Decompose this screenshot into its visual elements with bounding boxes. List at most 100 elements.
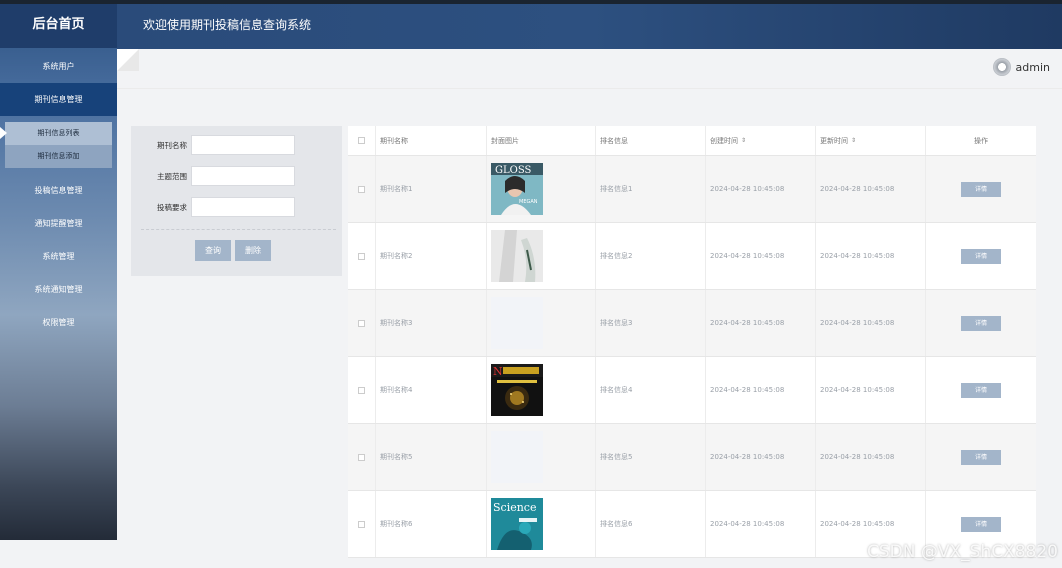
cell-created-time: 2024-04-28 10:45:08 bbox=[706, 491, 816, 557]
username[interactable]: admin bbox=[1016, 61, 1050, 74]
sidebar-item-system-management[interactable]: 系统管理 bbox=[0, 240, 117, 273]
cell-rank: 排名信息1 bbox=[596, 156, 706, 222]
search-row-journal-name: 期刊名称 bbox=[131, 135, 295, 155]
table-header-row: 期刊名称 封面图片 排名信息 创建时间 ⇕ 更新时间 ⇕ 操作 bbox=[348, 126, 1036, 156]
search-divider bbox=[141, 229, 336, 230]
corner-fold bbox=[117, 49, 139, 71]
row-checkbox[interactable] bbox=[358, 252, 365, 260]
sidebar-item-system-notice-management[interactable]: 系统通知管理 bbox=[0, 273, 117, 306]
cell-journal-name: 期刊名称1 bbox=[376, 156, 487, 222]
cell-updated-time: 2024-04-28 10:45:08 bbox=[816, 290, 926, 356]
detail-button[interactable]: 详情 bbox=[961, 449, 1001, 465]
cell-updated-time: 2024-04-28 10:45:08 bbox=[816, 223, 926, 289]
query-button[interactable]: 查询 bbox=[195, 240, 231, 261]
divider bbox=[117, 88, 1062, 89]
table-row: 期刊名称3 排名信息3 2024-04-28 10:45:08 2024-04-… bbox=[348, 290, 1036, 357]
column-header-cover: 封面图片 bbox=[487, 126, 596, 155]
table-row: 期刊名称1 GLOSS MEGAN 排名信息1 2024-04-28 10:45… bbox=[348, 156, 1036, 223]
magazine-cover-woman-image: GLOSS MEGAN bbox=[491, 163, 543, 215]
header-bar: 欢迎使用期刊投稿信息查询系统 bbox=[117, 4, 1062, 49]
search-label-submission-req: 投稿要求 bbox=[157, 202, 187, 212]
row-checkbox[interactable] bbox=[358, 185, 365, 193]
column-header-rank: 排名信息 bbox=[596, 126, 706, 155]
cell-rank: 排名信息6 bbox=[596, 491, 706, 557]
row-checkbox[interactable] bbox=[358, 386, 365, 394]
cell-created-time: 2024-04-28 10:45:08 bbox=[706, 156, 816, 222]
sort-icon[interactable]: ⇕ bbox=[851, 137, 856, 144]
detail-button[interactable]: 详情 bbox=[961, 382, 1001, 398]
sidebar-item-system-users[interactable]: 系统用户 bbox=[0, 50, 117, 83]
sidebar-item-journal-management[interactable]: 期刊信息管理 bbox=[0, 83, 117, 116]
science-cover-image: Science bbox=[491, 498, 543, 550]
search-row-topic-scope: 主题范围 bbox=[131, 166, 295, 186]
row-checkbox-cell bbox=[348, 156, 376, 222]
sidebar-item-permission-management[interactable]: 权限管理 bbox=[0, 306, 117, 339]
delete-button[interactable]: 删除 bbox=[235, 240, 271, 261]
cell-journal-name: 期刊名称6 bbox=[376, 491, 487, 557]
row-checkbox-cell bbox=[348, 357, 376, 423]
submission-requirement-input[interactable] bbox=[191, 197, 295, 217]
journal-table: 期刊名称 封面图片 排名信息 创建时间 ⇕ 更新时间 ⇕ 操作 期刊名称1 GLOS… bbox=[348, 126, 1036, 558]
table-row: 期刊名称5 排名信息5 2024-04-28 10:45:08 2024-04-… bbox=[348, 424, 1036, 491]
cell-created-time: 2024-04-28 10:45:08 bbox=[706, 290, 816, 356]
svg-text:GLOSS: GLOSS bbox=[495, 165, 532, 176]
row-checkbox-cell bbox=[348, 290, 376, 356]
cell-actions: 详情 bbox=[926, 156, 1036, 222]
detail-button[interactable]: 详情 bbox=[961, 516, 1001, 532]
table-header-checkbox-cell bbox=[348, 126, 376, 155]
search-row-submission-req: 投稿要求 bbox=[131, 197, 295, 217]
cell-actions: 详情 bbox=[926, 424, 1036, 490]
column-header-name: 期刊名称 bbox=[376, 126, 487, 155]
fashion-photo-image bbox=[491, 230, 543, 282]
cell-actions: 详情 bbox=[926, 357, 1036, 423]
select-all-checkbox[interactable] bbox=[358, 137, 365, 144]
svg-text:MEGAN: MEGAN bbox=[519, 199, 538, 205]
cell-rank: 排名信息3 bbox=[596, 290, 706, 356]
sidebar-item-submission-management[interactable]: 投稿信息管理 bbox=[0, 174, 117, 207]
cell-updated-time: 2024-04-28 10:45:08 bbox=[816, 156, 926, 222]
cell-rank: 排名信息5 bbox=[596, 424, 706, 490]
sort-icon[interactable]: ⇕ bbox=[741, 137, 746, 144]
cell-journal-name: 期刊名称3 bbox=[376, 290, 487, 356]
sidebar-item-notification-management[interactable]: 通知提醒管理 bbox=[0, 207, 117, 240]
sidebar-home-title[interactable]: 后台首页 bbox=[0, 4, 117, 48]
detail-button[interactable]: 详情 bbox=[961, 315, 1001, 331]
avatar[interactable] bbox=[992, 58, 1011, 76]
user-menu[interactable]: admin bbox=[992, 58, 1050, 76]
cell-cover bbox=[487, 290, 596, 356]
row-checkbox[interactable] bbox=[358, 453, 365, 461]
cell-cover: N bbox=[487, 357, 596, 423]
svg-text:N: N bbox=[493, 365, 503, 378]
detail-button[interactable]: 详情 bbox=[961, 181, 1001, 197]
cell-created-time: 2024-04-28 10:45:08 bbox=[706, 223, 816, 289]
search-label-journal-name: 期刊名称 bbox=[157, 140, 187, 150]
cell-updated-time: 2024-04-28 10:45:08 bbox=[816, 357, 926, 423]
cell-actions: 详情 bbox=[926, 290, 1036, 356]
svg-text:Science: Science bbox=[493, 501, 536, 514]
search-label-topic-scope: 主题范围 bbox=[157, 171, 187, 181]
page-title: 欢迎使用期刊投稿信息查询系统 bbox=[143, 18, 312, 32]
cell-journal-name: 期刊名称4 bbox=[376, 357, 487, 423]
cell-created-time: 2024-04-28 10:45:08 bbox=[706, 357, 816, 423]
column-header-actions: 操作 bbox=[974, 136, 988, 145]
cell-journal-name: 期刊名称5 bbox=[376, 424, 487, 490]
column-header-created[interactable]: 创建时间 ⇕ bbox=[706, 126, 816, 155]
cell-rank: 排名信息4 bbox=[596, 357, 706, 423]
row-checkbox[interactable] bbox=[358, 520, 365, 528]
detail-button[interactable]: 详情 bbox=[961, 248, 1001, 264]
cell-cover bbox=[487, 424, 596, 490]
blank-cover-image bbox=[491, 297, 543, 349]
table-row: 期刊名称2 排名信息2 2024-04-28 10:45:08 2024-04-… bbox=[348, 223, 1036, 290]
sidebar-subitem-journal-add[interactable]: 期刊信息添加 bbox=[5, 145, 112, 168]
table-row: 期刊名称4 N 排名信息4 2024-04-28 10:45:08 2024-0… bbox=[348, 357, 1036, 424]
cell-journal-name: 期刊名称2 bbox=[376, 223, 487, 289]
column-header-updated[interactable]: 更新时间 ⇕ bbox=[816, 126, 926, 155]
row-checkbox-cell bbox=[348, 424, 376, 490]
row-checkbox-cell bbox=[348, 491, 376, 557]
row-checkbox[interactable] bbox=[358, 319, 365, 327]
topic-scope-input[interactable] bbox=[191, 166, 295, 186]
search-panel: 期刊名称 主题范围 投稿要求 查询 删除 bbox=[131, 126, 342, 276]
journal-name-input[interactable] bbox=[191, 135, 295, 155]
cell-created-time: 2024-04-28 10:45:08 bbox=[706, 424, 816, 490]
sidebar-subitem-journal-list[interactable]: 期刊信息列表 bbox=[0, 122, 112, 145]
